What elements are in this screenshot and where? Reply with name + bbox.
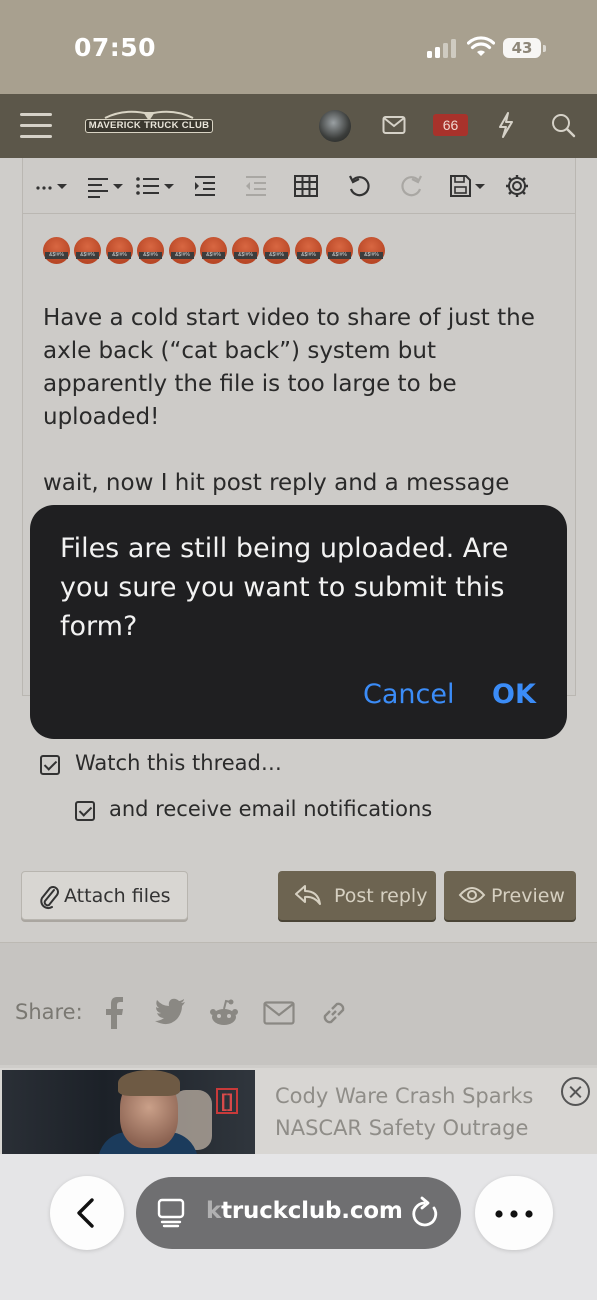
- post-reply-button[interactable]: Post reply: [278, 871, 436, 920]
- undo-icon[interactable]: [347, 174, 373, 198]
- url-text[interactable]: ktruckclub.com: [206, 1198, 403, 1224]
- tabs-icon[interactable]: [157, 1198, 187, 1228]
- ad-headline[interactable]: Cody Ware Crash Sparks NASCAR Safety Out…: [275, 1080, 555, 1144]
- email-notifications-label: and receive email notifications: [109, 797, 433, 821]
- eye-icon: [458, 887, 486, 903]
- url-domain: truckclub.com: [221, 1198, 403, 1224]
- reply-icon: [295, 885, 321, 905]
- angry-emoji-icon: &$!#%: [43, 237, 70, 264]
- table-icon[interactable]: [293, 174, 319, 198]
- outdent-icon[interactable]: [244, 174, 268, 198]
- wifi-icon: [467, 36, 495, 56]
- watch-thread-checkbox[interactable]: [40, 755, 60, 775]
- more-options-icon[interactable]: [35, 174, 71, 198]
- angry-emoji-icon: &$!#%: [137, 237, 164, 264]
- save-draft-icon[interactable]: [449, 174, 489, 198]
- attach-files-label: Attach files: [64, 885, 171, 907]
- attach-files-button[interactable]: Attach files: [21, 871, 188, 920]
- battery-icon: 43: [503, 38, 541, 58]
- site-logo[interactable]: MAVERICK TRUCK CLUB: [85, 108, 213, 142]
- inbox-icon[interactable]: [382, 115, 406, 135]
- angry-emoji-icon: &$!#%: [263, 237, 290, 264]
- angry-emoji-icon: &$!#%: [358, 237, 385, 264]
- angry-emoji-icon: &$!#%: [232, 237, 259, 264]
- paragraph: Have a cold start video to share of just…: [43, 305, 535, 430]
- paperclip-icon: [40, 886, 59, 910]
- paragraph: wait, now I hit post reply and a message: [43, 470, 510, 496]
- back-icon: [77, 1198, 94, 1228]
- align-icon[interactable]: [86, 174, 126, 198]
- link-icon[interactable]: [318, 997, 350, 1029]
- angry-emoji-icon: &$!#%: [326, 237, 353, 264]
- reload-icon[interactable]: [410, 1196, 442, 1230]
- watch-thread-label: Watch this thread…: [75, 751, 282, 775]
- status-bar: 07:50 43: [0, 0, 597, 94]
- post-body-text[interactable]: Have a cold start video to share of just…: [43, 302, 563, 533]
- battery-level: 43: [511, 39, 533, 57]
- post-reply-label: Post reply: [334, 885, 428, 907]
- ad-thumbnail[interactable]: []: [2, 1070, 255, 1154]
- email-notifications-checkbox[interactable]: [75, 801, 95, 821]
- cellular-signal-icon: [427, 38, 459, 58]
- twitter-icon[interactable]: [154, 997, 186, 1027]
- close-icon[interactable]: [561, 1077, 590, 1106]
- battery-tip: [543, 45, 546, 52]
- bolt-icon[interactable]: [496, 111, 516, 139]
- dialog-ok-button[interactable]: OK: [492, 679, 536, 710]
- search-icon[interactable]: [550, 112, 576, 138]
- email-share-icon[interactable]: [263, 1001, 295, 1025]
- preview-label: Preview: [491, 885, 565, 907]
- share-section: [0, 943, 597, 1065]
- redo-icon[interactable]: [398, 174, 424, 198]
- preview-button[interactable]: Preview: [444, 871, 576, 920]
- menu-icon[interactable]: [20, 112, 52, 140]
- ad-person-hair: [118, 1070, 180, 1096]
- angry-emoji-icon: &$!#%: [169, 237, 196, 264]
- editor-toolbar: [22, 158, 576, 214]
- reddit-icon[interactable]: [208, 997, 240, 1029]
- status-time: 07:50: [74, 33, 157, 62]
- dialog-cancel-button[interactable]: Cancel: [363, 679, 454, 710]
- ad-red-badge: []: [216, 1088, 238, 1114]
- more-icon: [495, 1210, 533, 1218]
- more-button[interactable]: [475, 1176, 553, 1250]
- alerts-badge[interactable]: 66: [433, 114, 468, 136]
- indent-icon[interactable]: [193, 174, 217, 198]
- angry-emoji-icon: &$!#%: [295, 237, 322, 264]
- logo-text: MAVERICK TRUCK CLUB: [85, 119, 213, 133]
- back-button[interactable]: [50, 1176, 124, 1250]
- facebook-icon[interactable]: [104, 997, 124, 1029]
- list-icon[interactable]: [135, 174, 177, 198]
- avatar[interactable]: [319, 110, 351, 142]
- settings-icon[interactable]: [504, 174, 530, 198]
- angry-emoji-icon: &$!#%: [74, 237, 101, 264]
- share-label: Share:: [15, 1000, 83, 1024]
- angry-emoji-icon: &$!#%: [200, 237, 227, 264]
- dialog-message: Files are still being uploaded. Are you …: [60, 533, 509, 642]
- url-faded-prefix: k: [206, 1198, 222, 1224]
- angry-emoji-icon: &$!#%: [106, 237, 133, 264]
